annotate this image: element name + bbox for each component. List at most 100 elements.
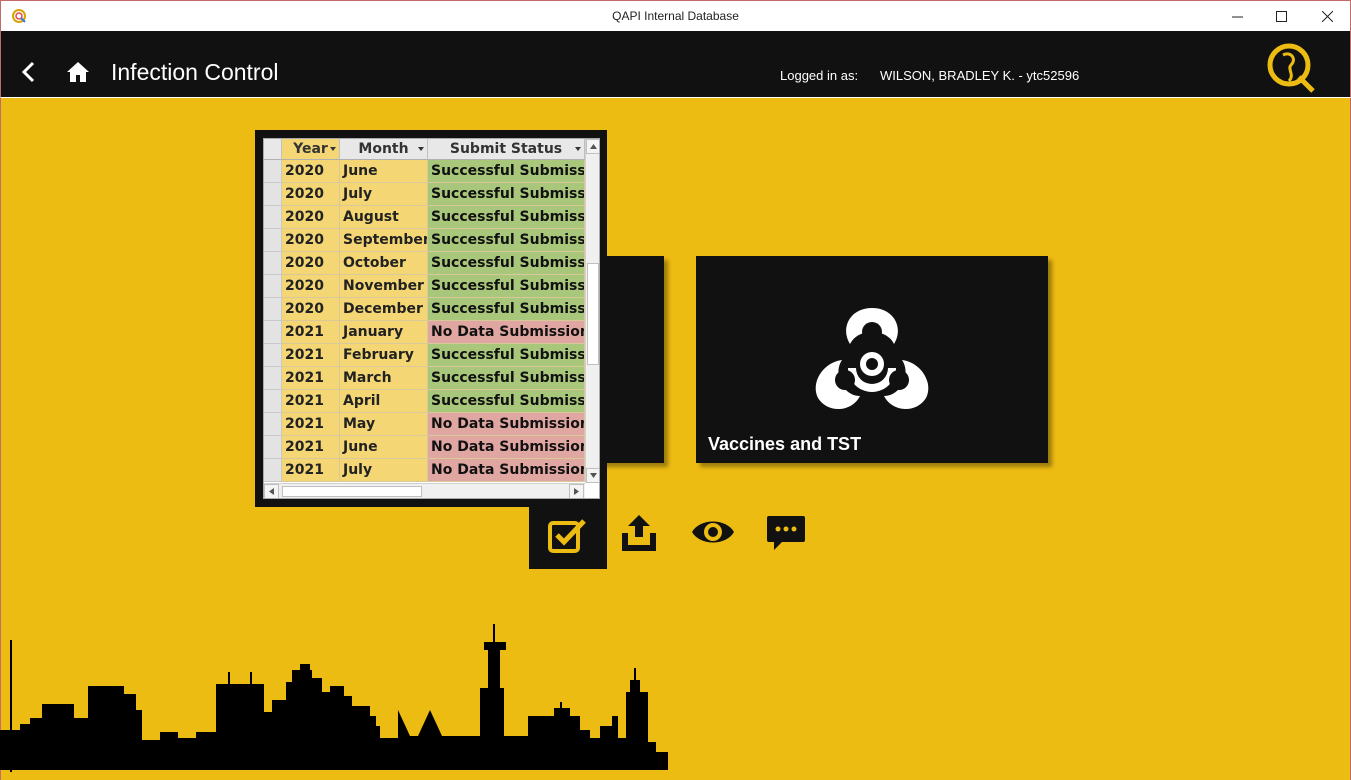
cell-submit-status[interactable]: Successful Submission [428,275,585,298]
cell-year[interactable]: 2021 [282,367,340,390]
cell-submit-status[interactable]: No Data Submission [428,459,585,482]
checklist-button[interactable] [529,507,607,569]
row-selector[interactable] [264,413,282,436]
chat-bubble-icon[interactable] [766,515,806,551]
cell-year[interactable]: 2020 [282,252,340,275]
row-selector[interactable] [264,206,282,229]
cell-month[interactable]: February [340,344,428,367]
table-row[interactable]: 2021MarchSuccessful Submission [264,367,585,390]
cell-month[interactable]: June [340,160,428,183]
row-selector[interactable] [264,436,282,459]
cell-submit-status[interactable]: Successful Submission [428,298,585,321]
cell-month[interactable]: July [340,183,428,206]
dropdown-arrow-icon[interactable] [575,147,581,151]
row-selector[interactable] [264,183,282,206]
table-row[interactable]: 2020JuneSuccessful Submission [264,160,585,183]
cell-year[interactable]: 2021 [282,459,340,482]
cell-submit-status[interactable]: Successful Submission [428,206,585,229]
cell-year[interactable]: 2020 [282,160,340,183]
cell-month[interactable]: May [340,413,428,436]
column-header-label: Month [358,141,409,157]
row-selector[interactable] [264,344,282,367]
select-all-corner[interactable] [264,139,282,160]
column-header-year[interactable]: Year [282,139,340,160]
table-row[interactable]: 2021 May No Data Submission [264,413,585,436]
dropdown-arrow-icon[interactable] [330,147,336,151]
cell-year[interactable]: 2020 [282,206,340,229]
cell-submit-status[interactable]: Successful Submission [428,344,585,367]
cell-year[interactable]: 2021 [282,436,340,459]
row-selector[interactable] [264,459,282,482]
scroll-left-button[interactable] [264,484,279,498]
table-row[interactable]: 2020AugustSuccessful Submission [264,206,585,229]
cell-submit-status[interactable]: Successful Submission [428,160,585,183]
row-selector[interactable] [264,229,282,252]
scroll-up-button[interactable] [586,139,599,154]
table-row[interactable]: 2020JulySuccessful Submission [264,183,585,206]
table-row[interactable]: 2020NovemberSuccessful Submission [264,275,585,298]
cell-month[interactable]: March [340,367,428,390]
cell-month[interactable]: October [340,252,428,275]
qapi-logo [1267,43,1315,93]
table-row[interactable]: 2020OctoberSuccessful Submission [264,252,585,275]
row-selector[interactable] [264,252,282,275]
cell-submit-status[interactable]: No Data Submission [428,436,585,459]
table-row[interactable]: 2020SeptemberSuccessful Submission [264,229,585,252]
cell-month[interactable]: November [340,275,428,298]
cell-submit-status[interactable]: No Data Submission [428,321,585,344]
minimize-button[interactable] [1214,1,1260,32]
table-row[interactable]: 2021AprilSuccessful Submission [264,390,585,413]
cell-month[interactable]: December [340,298,428,321]
column-header-label: Submit Status [449,141,563,157]
cell-submit-status[interactable]: Successful Submission [428,183,585,206]
cell-submit-status[interactable]: Successful Submission [428,367,585,390]
eye-icon[interactable] [690,516,736,548]
table-row[interactable]: 2021 June No Data Submission [264,436,585,459]
cell-month[interactable]: June [340,436,428,459]
tile-infection-report[interactable] [600,256,664,463]
cell-month[interactable]: January [340,321,428,344]
column-header-submit-status[interactable]: Submit Status [428,139,585,160]
column-header-month[interactable]: Month [340,139,428,160]
maximize-button[interactable] [1258,1,1304,32]
chevron-left-icon[interactable] [17,60,41,84]
cell-submit-status[interactable]: Successful Submission [428,229,585,252]
row-selector[interactable] [264,321,282,344]
scroll-down-button[interactable] [586,468,599,483]
dropdown-arrow-icon[interactable] [418,147,424,151]
vertical-scroll-thumb[interactable] [587,263,599,365]
tile-vaccines-and-tst[interactable]: Vaccines and TST [696,256,1048,463]
cell-year[interactable]: 2020 [282,183,340,206]
cell-year[interactable]: 2021 [282,321,340,344]
row-selector[interactable] [264,160,282,183]
close-button[interactable] [1304,1,1350,32]
cell-submit-status[interactable]: No Data Submission [428,413,585,436]
cell-year[interactable]: 2020 [282,298,340,321]
scroll-right-button[interactable] [569,484,584,498]
row-selector[interactable] [264,275,282,298]
home-icon[interactable] [65,60,91,84]
cell-year[interactable]: 2021 [282,413,340,436]
cell-year[interactable]: 2021 [282,344,340,367]
table-row[interactable]: 2020DecemberSuccessful Submission [264,298,585,321]
vertical-scrollbar[interactable] [585,139,599,483]
cell-year[interactable]: 2020 [282,229,340,252]
row-selector[interactable] [264,390,282,413]
horizontal-scroll-thumb[interactable] [282,486,422,497]
biohazard-icon [815,308,929,410]
cell-submit-status[interactable]: Successful Submission [428,390,585,413]
cell-month[interactable]: September [340,229,428,252]
cell-month[interactable]: July [340,459,428,482]
table-row[interactable]: 2021FebruarySuccessful Submission [264,344,585,367]
cell-submit-status[interactable]: Successful Submission [428,252,585,275]
cell-month[interactable]: April [340,390,428,413]
cell-month[interactable]: August [340,206,428,229]
cell-year[interactable]: 2020 [282,275,340,298]
upload-tray-icon[interactable] [620,513,658,553]
table-row[interactable]: 2021 July No Data Submission [264,459,585,482]
horizontal-scrollbar[interactable] [264,483,585,498]
cell-year[interactable]: 2021 [282,390,340,413]
row-selector[interactable] [264,298,282,321]
row-selector[interactable] [264,367,282,390]
table-row[interactable]: 2021 January No Data Submission [264,321,585,344]
